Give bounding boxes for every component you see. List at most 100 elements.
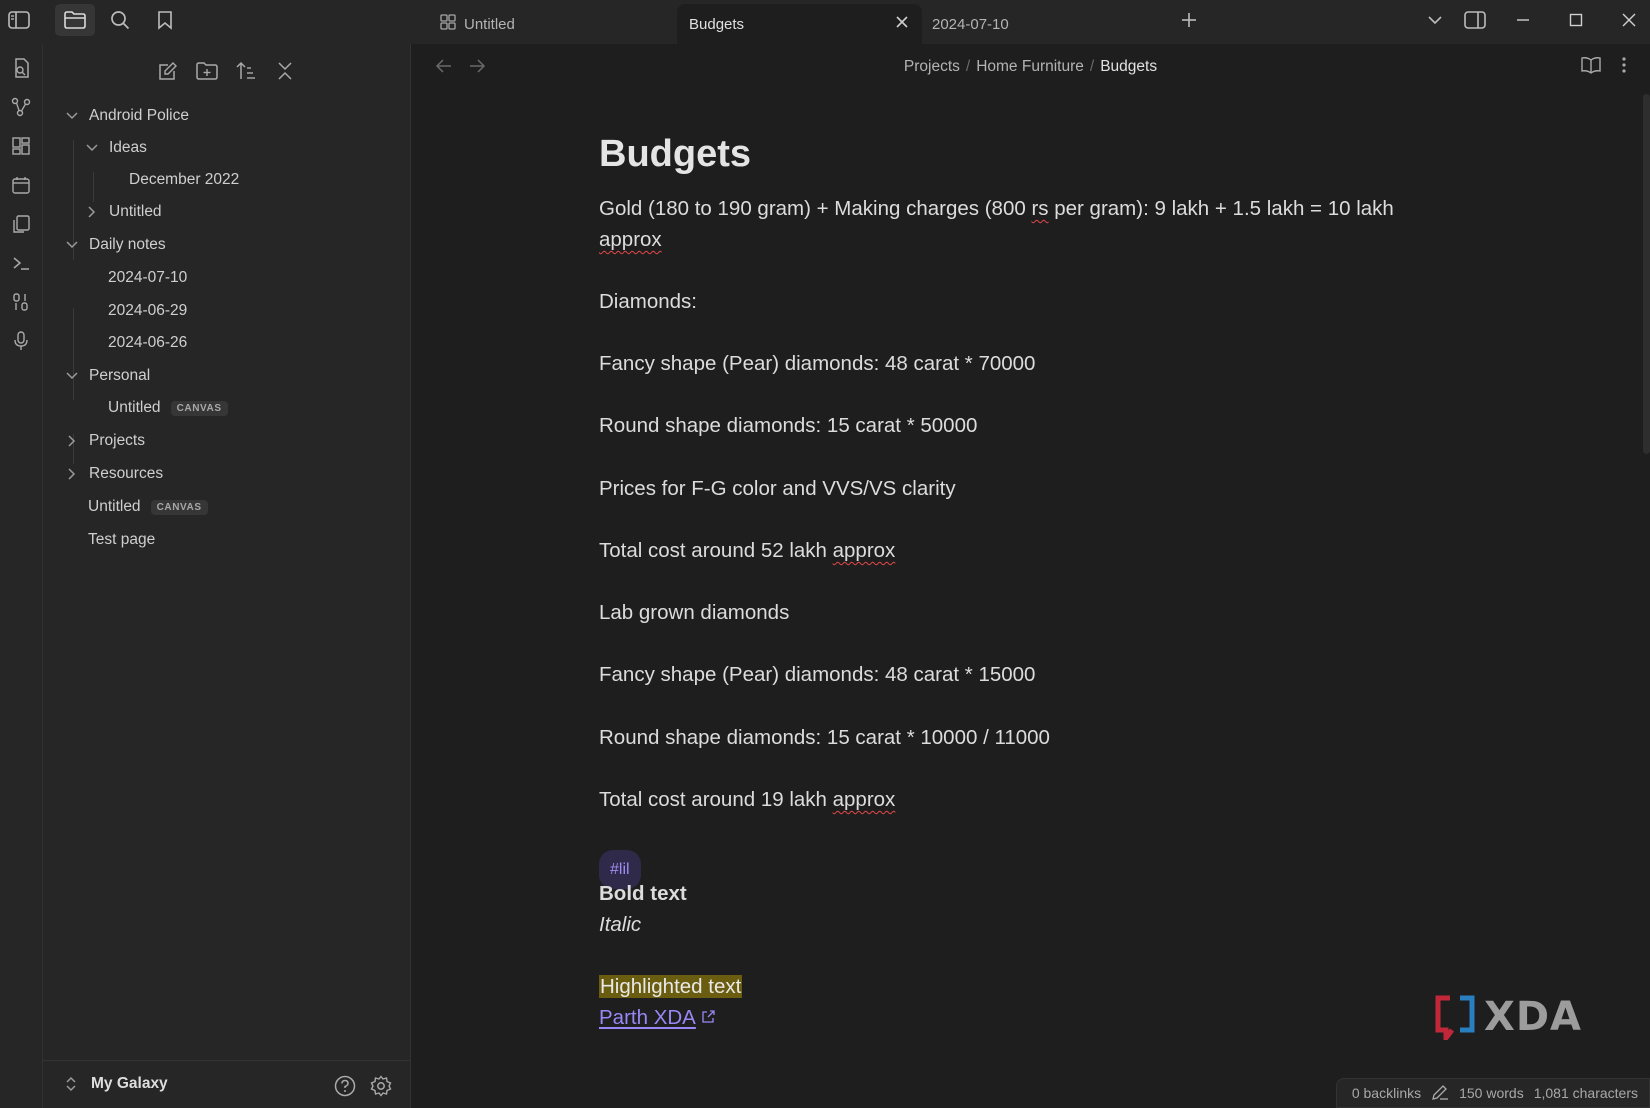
paragraph-total-natural: Total cost around 52 lakh approx [599,535,1419,566]
tree-item-label: Resources [89,465,164,482]
help-icon[interactable] [334,1075,356,1102]
status-bar: 0 backlinks 150 words 1,081 characters [1335,1078,1650,1108]
watermark-text: XDA [1484,994,1582,1040]
paragraph-gold: Gold (180 to 190 gram) + Making charges … [599,193,1419,255]
calendar-icon[interactable] [5,169,37,201]
edit-mode-pencil-icon[interactable] [1431,1084,1449,1103]
paragraph-fancy-natural: Fancy shape (Pear) diamonds: 48 carat * … [599,352,1036,375]
binary-icon[interactable] [5,286,37,318]
tree-folder-ideas[interactable]: Ideas [85,133,147,163]
italic-text: Italic [599,913,642,936]
new-tab-plus-icon[interactable] [1170,4,1208,36]
tree-folder-resources[interactable]: Resources [65,459,163,489]
breadcrumb-item[interactable]: Home Furniture [976,58,1084,75]
tree-folder-android-police[interactable]: Android Police [65,101,189,131]
sidebar-toggle-icon[interactable] [0,4,38,36]
breadcrumb: Projects / Home Furniture / Budgets [903,58,1158,75]
tab-untitled-canvas[interactable]: Untitled [440,4,670,44]
misspelled-word: approx [832,539,896,562]
misspelled-word: approx [599,228,662,251]
templates-copy-icon[interactable] [5,208,37,240]
more-options-icon[interactable] [1621,56,1627,79]
highlighted-paragraph: Highlighted text [599,971,1419,1002]
tree-item-label: Android Police [89,107,189,124]
vault-switcher[interactable]: My Galaxy [65,1075,168,1093]
sort-order-icon[interactable] [231,56,261,86]
maximize-icon[interactable] [1557,4,1595,36]
chevron-right-icon [88,206,96,218]
tree-item-label: Ideas [109,139,147,156]
tab-label: 2024-07-10 [932,15,1009,33]
tree-file-2024-06-29[interactable]: 2024-06-29 [108,296,187,326]
character-count: 1,081 characters [1533,1085,1638,1101]
search-icon[interactable] [101,4,139,36]
tree-file-2024-06-26[interactable]: 2024-06-26 [108,328,187,358]
tree-item-label: 2024-06-29 [108,302,188,319]
tree-item-label: Personal [89,367,151,384]
microphone-icon[interactable] [5,325,37,357]
chevron-down-icon [66,372,78,380]
chevron-down-icon [66,241,78,249]
tree-item-label: Untitled [108,399,161,416]
tree-item-label: Test page [88,531,156,548]
tree-item-label: December 2022 [129,171,240,188]
backlinks-count[interactable]: 0 backlinks [1352,1085,1421,1101]
tree-file-test-page[interactable]: Test page [88,525,155,555]
minimize-icon[interactable] [1504,4,1542,36]
misspelled-word: rs [1031,197,1049,220]
tree-item-label: Untitled [109,203,162,220]
settings-gear-icon[interactable] [370,1075,392,1102]
canvas-badge: CANVAS [150,499,208,515]
highlighted-text: Highlighted text [599,975,743,998]
tree-folder-personal[interactable]: Personal [65,361,150,391]
tree-folder-untitled[interactable]: Untitled [85,197,162,227]
canvas-grid-icon [440,14,456,34]
tree-file-untitled-canvas[interactable]: Untitled CANVAS [108,393,228,423]
tab-budgets[interactable]: Budgets [677,4,922,44]
tree-item-label: 2024-07-10 [108,269,188,286]
tree-item-label: 2024-06-26 [108,334,188,351]
chevron-down-icon [86,144,98,152]
tree-file-untitled-canvas-root[interactable]: Untitled CANVAS [88,492,208,522]
close-window-icon[interactable] [1610,4,1648,36]
xda-watermark-logo: XDA [1434,994,1582,1040]
switch-vault-icon [66,1076,76,1092]
note-title[interactable]: Budgets [599,132,751,176]
external-link[interactable]: Parth XDA [599,1006,696,1029]
paragraph-round-lab: Round shape diamonds: 15 carat * 10000 /… [599,726,1050,749]
files-folder-icon[interactable] [55,4,95,36]
right-sidebar-toggle-icon[interactable] [1456,4,1494,36]
tab-label: Budgets [689,15,745,33]
new-note-icon[interactable] [153,56,183,86]
text-segment: Gold (180 to 190 gram) + Making charges … [599,197,1032,220]
file-explorer-sidebar: Android Police Ideas December 2022 Untit… [43,44,411,1108]
tree-item-label: Projects [89,432,145,449]
editor-scrollbar[interactable] [1643,94,1650,454]
open-quick-switcher-icon[interactable] [5,52,37,84]
chevron-right-icon [68,468,76,480]
tree-file-2024-07-10[interactable]: 2024-07-10 [108,263,187,293]
xda-logo-mark-icon [1435,995,1475,1040]
misspelled-word: approx [832,788,896,811]
tree-folder-daily-notes[interactable]: Daily notes [65,230,166,260]
reading-view-book-icon[interactable] [1581,56,1601,79]
tree-file-december-2022[interactable]: December 2022 [129,165,239,195]
collapse-all-icon[interactable] [270,56,300,86]
text-segment: per gram): 9 lakh + 1.5 lakh = 10 lakh [1048,197,1394,220]
chevron-down-icon [66,112,78,120]
tab-list-chevron-down-icon[interactable] [1416,4,1454,36]
command-palette-terminal-icon[interactable] [5,247,37,279]
close-tab-icon[interactable] [894,14,910,34]
breadcrumb-current[interactable]: Budgets [1100,58,1157,75]
breadcrumb-item[interactable]: Projects [904,58,960,75]
paragraph-prices: Prices for F-G color and VVS/VS clarity [599,477,956,500]
graph-view-icon[interactable] [5,91,37,123]
paragraph-diamonds-heading: Diamonds: [599,290,697,313]
bookmark-icon[interactable] [146,4,184,36]
vault-switcher-bar: My Galaxy [43,1060,411,1108]
tab-daily-note[interactable]: 2024-07-10 [932,4,1162,44]
tree-folder-projects[interactable]: Projects [65,426,145,456]
text-segment: Total cost around 52 lakh [599,539,833,562]
canvas-icon[interactable] [5,130,37,162]
new-folder-icon[interactable] [192,56,222,86]
